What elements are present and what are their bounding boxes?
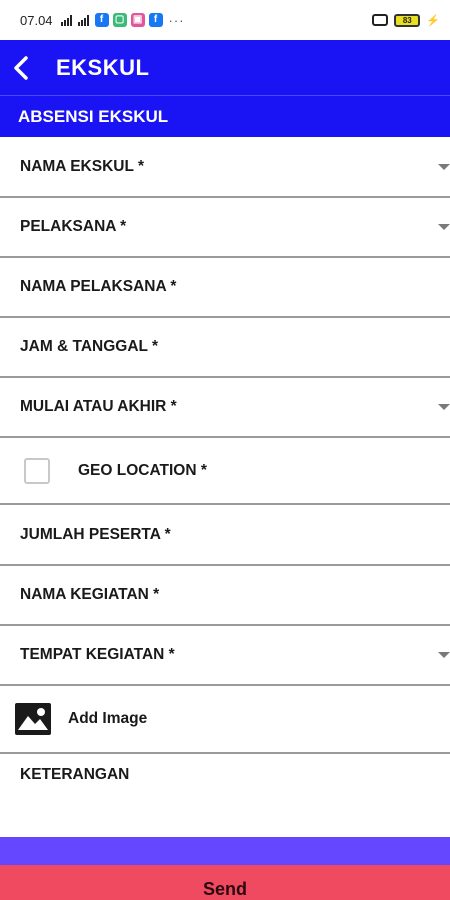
battery-icon: 83 [394, 13, 421, 27]
dropdown-arrow-icon [438, 224, 450, 230]
jumlah-peserta-label: JUMLAH PESERTA * [20, 525, 171, 543]
attendance-form: NAMA EKSKUL * PELAKSANA * NAMA PELAKSANA… [0, 137, 450, 836]
geo-location-label: GEO LOCATION * [78, 461, 207, 479]
chevron-left-icon [14, 55, 28, 80]
status-bar: 07.04 f ▢ ▣ f ··· 83 ⚡ [0, 0, 450, 40]
add-image-label: Add Image [68, 710, 148, 727]
send-label: Send [202, 879, 247, 899]
more-notifications-icon: ··· [168, 12, 185, 28]
pelaksana-dropdown[interactable]: PELAKSANA * [0, 198, 450, 258]
mulai-akhir-label: MULAI ATAU AKHIR * [20, 398, 177, 415]
jam-tanggal-label: JAM & TANGGAL * [20, 338, 159, 355]
keterangan-label: KETERANGAN [20, 766, 130, 783]
pelaksana-label: PELAKSANA * [20, 218, 127, 235]
back-button[interactable] [0, 40, 42, 95]
nama-ekskul-dropdown[interactable]: NAMA EKSKUL * [0, 137, 450, 198]
facebook-icon: f [148, 13, 163, 27]
add-image-button[interactable]: Add Image [0, 686, 450, 754]
divider-bar [0, 837, 450, 865]
dropdown-arrow-icon [438, 652, 450, 658]
page-title: EKSKUL [56, 54, 150, 80]
geo-location-row: GEO LOCATION * [0, 438, 450, 505]
signal-icon [77, 14, 89, 26]
section-title: ABSENSI EKSKUL [18, 106, 169, 126]
facebook-icon: f [94, 13, 109, 27]
nama-ekskul-label: NAMA EKSKUL * [20, 157, 145, 175]
signal-icon [60, 14, 72, 26]
nama-kegiatan-field[interactable]: NAMA KEGIATAN * [0, 566, 450, 626]
dropdown-arrow-icon [438, 163, 450, 170]
send-button[interactable]: Send [0, 865, 450, 900]
app-icon: ▣ [130, 13, 145, 27]
keterangan-field[interactable]: KETERANGAN [0, 754, 450, 836]
status-time: 07.04 [20, 12, 53, 28]
nama-pelaksana-label: NAMA PELAKSANA * [20, 278, 177, 295]
image-icon [15, 703, 51, 735]
geo-location-checkbox[interactable] [24, 457, 50, 484]
app-bar: EKSKUL [0, 40, 450, 95]
tempat-kegiatan-dropdown[interactable]: TEMPAT KEGIATAN * [0, 626, 450, 686]
nama-kegiatan-label: NAMA KEGIATAN * [20, 586, 160, 603]
section-header: ABSENSI EKSKUL [0, 95, 450, 137]
nama-pelaksana-field[interactable]: NAMA PELAKSANA * [0, 258, 450, 318]
charging-icon: ⚡ [426, 14, 440, 27]
tempat-kegiatan-label: TEMPAT KEGIATAN * [20, 646, 175, 663]
dropdown-arrow-icon [438, 404, 450, 410]
app-icon: ▢ [112, 13, 127, 27]
status-right: 83 ⚡ [372, 13, 440, 27]
mulai-akhir-dropdown[interactable]: MULAI ATAU AKHIR * [0, 378, 450, 438]
jam-tanggal-field[interactable]: JAM & TANGGAL * [0, 318, 450, 378]
jumlah-peserta-field[interactable]: JUMLAH PESERTA * [0, 505, 450, 566]
vibrate-icon [372, 14, 389, 26]
